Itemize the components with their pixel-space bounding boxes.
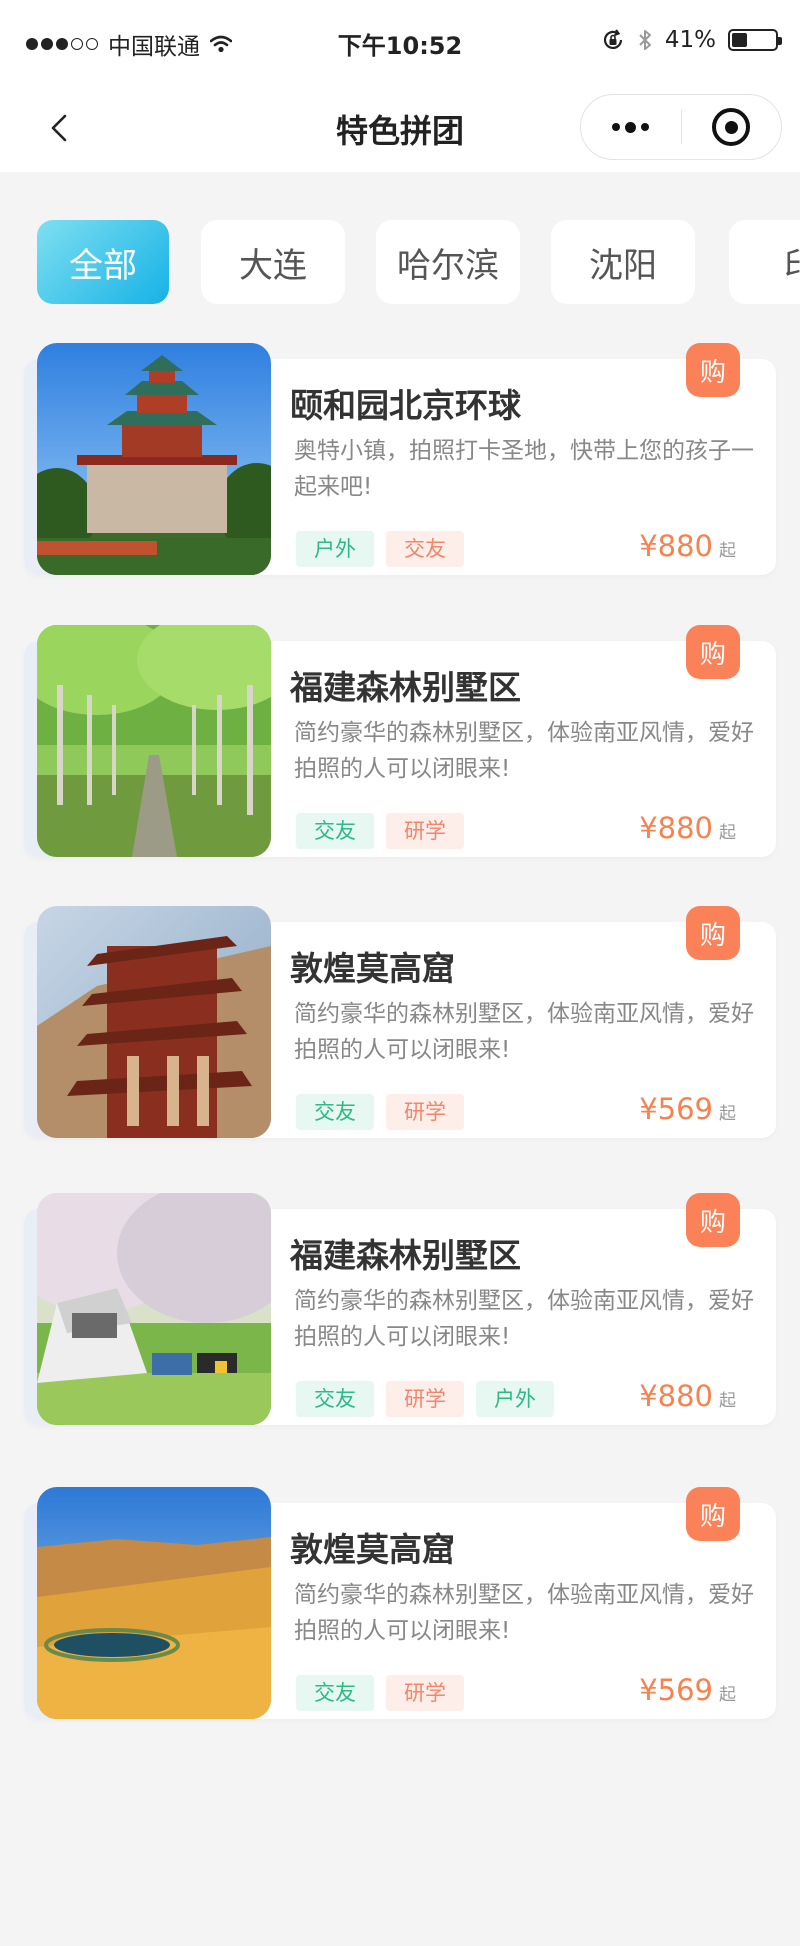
card-tags: 交友 研学 — [296, 813, 464, 849]
card-image-mogao-caves — [37, 906, 271, 1138]
card-price: ¥880 起 — [639, 529, 736, 563]
price-value: ¥569 — [639, 1673, 713, 1707]
card-description: 简约豪华的森林别墅区，体验南亚风情，爱好拍照的人可以闭眼来! — [294, 1582, 754, 1644]
tab-all[interactable]: 全部 — [37, 220, 169, 304]
buy-button[interactable]: 购 — [686, 906, 740, 960]
card-tags: 交友 研学 — [296, 1094, 464, 1130]
buy-button[interactable]: 购 — [686, 1487, 740, 1541]
card-price: ¥569 起 — [639, 1092, 736, 1126]
battery-icon — [728, 29, 782, 51]
price-suffix: 起 — [719, 1391, 736, 1411]
group-card[interactable]: 福建森林别墅区 简约豪华的森林别墅区，体验南亚风情，爱好拍照的人可以闭眼来! 交… — [24, 625, 776, 857]
card-title: 福建森林别墅区 — [290, 1236, 521, 1275]
more-dot-icon — [641, 123, 650, 131]
card-title: 敦煌莫高窟 — [290, 1530, 455, 1569]
more-dot-icon — [612, 123, 621, 131]
close-miniprogram-button[interactable] — [682, 95, 782, 159]
card-image-camping-tent — [37, 1193, 271, 1425]
price-suffix: 起 — [719, 541, 736, 561]
group-card[interactable]: 敦煌莫高窟 简约豪华的森林别墅区，体验南亚风情，爱好拍照的人可以闭眼来! 交友 … — [24, 906, 776, 1138]
card-tags: 户外 交友 — [296, 531, 464, 567]
more-button[interactable] — [581, 95, 681, 159]
card-image-desert-oasis — [37, 1487, 271, 1719]
card-description: 简约豪华的森林别墅区，体验南亚风情，爱好拍照的人可以闭眼来! — [294, 1288, 754, 1350]
card-description: 奥特小镇，拍照打卡圣地，快带上您的孩子一起来吧! — [294, 438, 754, 500]
tag: 研学 — [386, 1381, 464, 1417]
tag: 户外 — [476, 1381, 554, 1417]
tag: 交友 — [296, 1675, 374, 1711]
buy-button[interactable]: 购 — [686, 343, 740, 397]
card-description: 简约豪华的森林别墅区，体验南亚风情，爱好拍照的人可以闭眼来! — [294, 720, 754, 782]
tab-shenyang[interactable]: 沈阳 — [551, 220, 695, 304]
buy-button[interactable]: 购 — [686, 1193, 740, 1247]
group-card[interactable]: 福建森林别墅区 简约豪华的森林别墅区，体验南亚风情，爱好拍照的人可以闭眼来! 交… — [24, 1193, 776, 1425]
price-value: ¥880 — [639, 1379, 713, 1413]
price-value: ¥569 — [639, 1092, 713, 1126]
price-suffix: 起 — [719, 823, 736, 843]
buy-button[interactable]: 购 — [686, 625, 740, 679]
tag: 研学 — [386, 1094, 464, 1130]
status-bar: 中国联通 下午10:52 41% — [0, 0, 800, 84]
card-title: 颐和园北京环球 — [290, 386, 521, 425]
tag: 交友 — [296, 813, 374, 849]
card-description: 简约豪华的森林别墅区，体验南亚风情，爱好拍照的人可以闭眼来! — [294, 1001, 754, 1063]
battery-percent: 41% — [664, 27, 716, 53]
card-price: ¥880 起 — [639, 811, 736, 845]
tag: 户外 — [296, 531, 374, 567]
tab-dalian[interactable]: 大连 — [201, 220, 345, 304]
price-suffix: 起 — [719, 1104, 736, 1124]
card-tags: 交友 研学 — [296, 1675, 464, 1711]
price-suffix: 起 — [719, 1685, 736, 1705]
miniprogram-capsule — [580, 94, 782, 160]
group-card[interactable]: 颐和园北京环球 奥特小镇，拍照打卡圣地，快带上您的孩子一起来吧! 户外 交友 ¥… — [24, 343, 776, 575]
bluetooth-icon — [639, 30, 651, 50]
card-price: ¥880 起 — [639, 1379, 736, 1413]
card-tags: 交友 研学 户外 — [296, 1381, 554, 1417]
tag: 研学 — [386, 1675, 464, 1711]
more-dot-icon — [625, 121, 637, 133]
card-image-summer-palace — [37, 343, 271, 575]
tab-more-city[interactable]: 印 — [729, 220, 800, 304]
group-card[interactable]: 敦煌莫高窟 简约豪华的森林别墅区，体验南亚风情，爱好拍照的人可以闭眼来! 交友 … — [24, 1487, 776, 1719]
city-tabs: 全部 大连 哈尔滨 沈阳 印 — [37, 220, 800, 304]
tag: 交友 — [296, 1094, 374, 1130]
card-price: ¥569 起 — [639, 1673, 736, 1707]
price-value: ¥880 — [639, 529, 713, 563]
nav-bar: 特色拼团 — [0, 84, 800, 172]
tab-harbin[interactable]: 哈尔滨 — [376, 220, 520, 304]
tag: 交友 — [386, 531, 464, 567]
card-image-forest-path — [37, 625, 271, 857]
card-title: 福建森林别墅区 — [290, 668, 521, 707]
price-value: ¥880 — [639, 811, 713, 845]
card-title: 敦煌莫高窟 — [290, 949, 455, 988]
rotation-lock-icon — [603, 29, 622, 49]
battery-fill — [732, 33, 747, 47]
tag: 研学 — [386, 813, 464, 849]
target-icon — [712, 108, 751, 146]
tag: 交友 — [296, 1381, 374, 1417]
status-right: 41% — [601, 27, 782, 53]
